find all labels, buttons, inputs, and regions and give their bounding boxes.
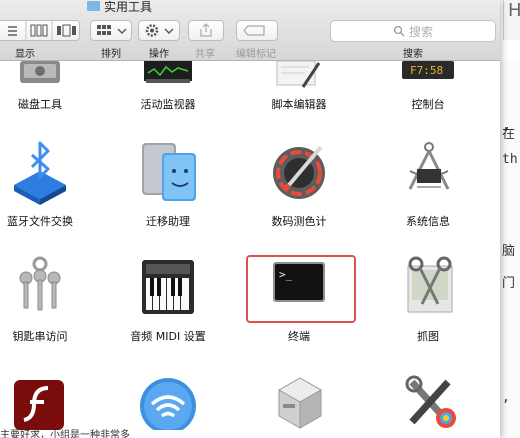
arrange-grid-icon: [97, 25, 127, 35]
search-icon: [393, 25, 405, 37]
app-label: 脚本编辑器: [271, 98, 327, 111]
search-placeholder: 搜索: [408, 24, 433, 39]
view-mode-icons: [8, 21, 76, 40]
bg-char: 门: [502, 276, 516, 291]
background-doc-bottom-text: 主要好求，小组是一种非常多: [0, 430, 130, 438]
share-label: 共享: [195, 49, 215, 60]
tag-icon: [243, 25, 265, 36]
action-label: 操作: [149, 49, 169, 60]
app-colorsync-utility[interactable]: [368, 374, 488, 438]
app-system-information[interactable]: 系统信息: [368, 141, 488, 231]
migration-assistant-icon: [142, 143, 196, 201]
search-field[interactable]: 搜索: [330, 20, 496, 42]
flash-icon: [14, 380, 64, 430]
search-label: 搜索: [403, 49, 423, 60]
app-grab[interactable]: 抓图: [368, 256, 488, 346]
app-label: 磁盘工具: [18, 98, 62, 111]
app-label: 终端: [288, 330, 310, 343]
action-button[interactable]: [138, 20, 180, 41]
app-console[interactable]: F7:58 控制台: [368, 61, 488, 111]
app-label: 数码测色计: [271, 215, 327, 228]
keychain-icon: [19, 256, 61, 311]
background-document: , 在 th 脑 门 ,: [500, 60, 520, 438]
background-tab: H: [503, 0, 520, 40]
wifi-icon: [140, 378, 196, 430]
app-grid: 磁盘工具 活动监视器 脚本编辑器 F7:58 控制台 蓝牙文件交换 迁移助理 数…: [0, 61, 500, 438]
bluetooth-icon: [14, 141, 66, 205]
app-label: 控制台: [411, 98, 445, 111]
activity-monitor-icon: [144, 61, 192, 83]
app-label: 钥匙串访问: [12, 330, 68, 343]
edit-tags-button[interactable]: [236, 20, 278, 41]
app-boot-camp[interactable]: [239, 374, 359, 438]
view-label: 显示: [15, 49, 35, 60]
app-label: 迁移助理: [146, 215, 190, 228]
share-icon: [200, 23, 212, 37]
app-label: 抓图: [417, 330, 439, 343]
app-disk-utility[interactable]: 磁盘工具: [0, 61, 100, 111]
midi-keyboard-icon: [142, 260, 194, 314]
share-button[interactable]: [188, 20, 224, 41]
finder-window: 实用工具 显示 排列 操作 共享 编辑标记 搜索 搜索 磁盘工具 活动监视器 脚…: [0, 0, 500, 438]
bg-char: 在: [502, 127, 516, 142]
bg-char: ,: [502, 390, 510, 405]
window-title-text: 实用工具: [104, 0, 153, 14]
color-meter-icon: [273, 145, 325, 199]
app-activity-monitor[interactable]: 活动监视器: [108, 61, 228, 111]
bg-char: 脑: [502, 244, 516, 259]
arrange-label: 排列: [101, 49, 121, 60]
window-title: 实用工具: [87, 0, 152, 14]
grab-scissors-icon: [407, 256, 453, 313]
script-editor-icon: [276, 61, 321, 88]
console-icon: F7:58: [402, 61, 454, 79]
app-migration-assistant[interactable]: 迁移助理: [108, 141, 228, 231]
arrange-button[interactable]: [90, 20, 132, 41]
background-tab-char: H: [508, 0, 520, 21]
folder-icon: [87, 1, 100, 11]
app-label: 音频 MIDI 设置: [130, 330, 206, 343]
finder-toolbar: 实用工具 显示 排列 操作 共享 编辑标记 搜索 搜索: [0, 0, 500, 61]
terminal-selection-highlight: [246, 255, 356, 323]
tools-icon: [405, 375, 456, 428]
boot-camp-icon: [277, 377, 323, 429]
app-digital-color-meter[interactable]: 数码测色计: [239, 141, 359, 231]
console-icon-text: F7:58: [410, 64, 443, 77]
view-mode-segmented[interactable]: [0, 20, 80, 41]
app-script-editor[interactable]: 脚本编辑器: [239, 61, 359, 111]
app-label: 系统信息: [406, 215, 450, 228]
app-bluetooth-file-exchange[interactable]: 蓝牙文件交换: [0, 141, 100, 231]
app-keychain-access[interactable]: 钥匙串访问: [0, 256, 100, 346]
app-label: 蓝牙文件交换: [7, 215, 73, 228]
gear-icon: [145, 24, 174, 37]
bg-char: th: [502, 152, 518, 167]
app-label: 活动监视器: [140, 98, 196, 111]
app-audio-midi-setup[interactable]: 音频 MIDI 设置: [108, 256, 228, 346]
system-information-icon: [408, 142, 450, 190]
disk-utility-icon: [20, 61, 60, 83]
edit-tags-label: 编辑标记: [236, 49, 276, 60]
